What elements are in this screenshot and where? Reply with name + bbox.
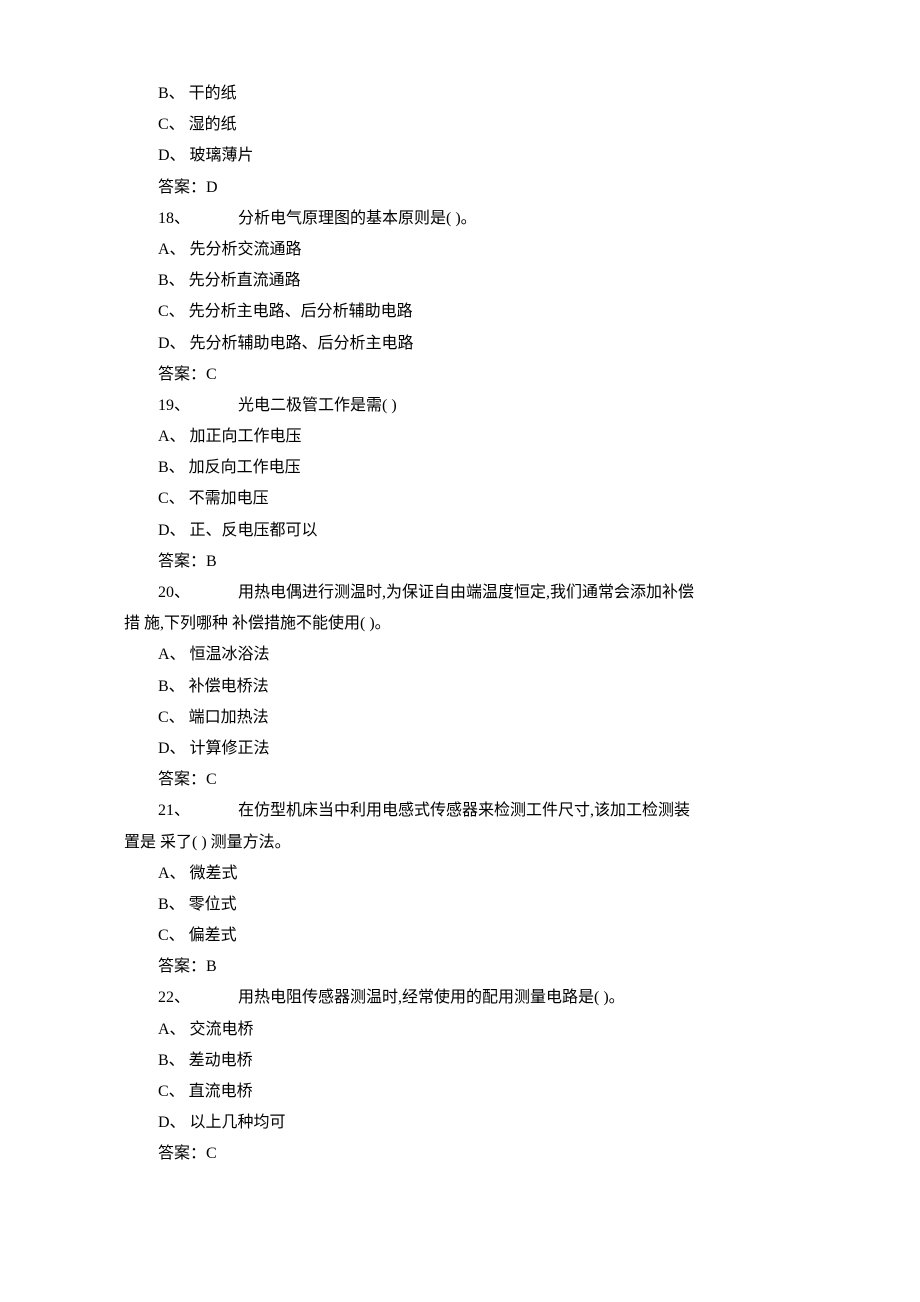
text-line: 答案：B [124,546,796,577]
question-number: 22、 [158,989,190,1006]
text-line: C、 偏差式 [124,920,796,951]
text-line: D、 正、反电压都可以 [124,515,796,546]
text-line: 19、 光电二极管工作是需( ) [124,390,796,421]
question-stem: 光电二极管工作是需( ) [238,397,397,414]
text-line: B、 零位式 [124,889,796,920]
text-line: 答案：C [124,764,796,795]
text-line: 21、 在仿型机床当中利用电感式传感器来检测工件尺寸,该加工检测装 [124,795,796,826]
text-line: 18、 分析电气原理图的基本原则是( )。 [124,203,796,234]
text-line: 置是 采了( ) 测量方法。 [124,827,796,858]
text-line: C、 湿的纸 [124,109,796,140]
question-stem: 用热电阻传感器测温时,经常使用的配用测量电路是( )。 [238,989,625,1006]
question-stem: 用热电偶进行测温时,为保证自由端温度恒定,我们通常会添加补偿 [238,584,694,601]
text-line: A、 加正向工作电压 [124,421,796,452]
text-line: 答案：B [124,951,796,982]
question-number: 18、 [158,210,190,227]
text-line: 答案：C [124,359,796,390]
text-line: A、 交流电桥 [124,1014,796,1045]
text-line: B、 先分析直流通路 [124,265,796,296]
question-number: 20、 [158,584,190,601]
text-line: 措 施,下列哪种 补偿措施不能使用( )。 [124,608,796,639]
text-line: A、 先分析交流通路 [124,234,796,265]
text-line: 答案：D [124,172,796,203]
question-stem: 分析电气原理图的基本原则是( )。 [238,210,477,227]
question-stem: 在仿型机床当中利用电感式传感器来检测工件尺寸,该加工检测装 [238,802,690,819]
question-number: 21、 [158,802,190,819]
text-line: B、 加反向工作电压 [124,452,796,483]
text-line: B、 补偿电桥法 [124,671,796,702]
text-line: D、 计算修正法 [124,733,796,764]
text-line: D、 以上几种均可 [124,1107,796,1138]
text-line: 20、 用热电偶进行测温时,为保证自由端温度恒定,我们通常会添加补偿 [124,577,796,608]
document-body: B、 干的纸C、 湿的纸D、 玻璃薄片答案：D 18、 分析电气原理图的基本原则是(… [124,78,796,1170]
text-line: C、 直流电桥 [124,1076,796,1107]
text-line: A、 微差式 [124,858,796,889]
text-line: 答案：C [124,1138,796,1169]
text-line: C、 不需加电压 [124,483,796,514]
question-number: 19、 [158,397,190,414]
text-line: C、 端口加热法 [124,702,796,733]
text-line: A、 恒温冰浴法 [124,639,796,670]
text-line: D、 玻璃薄片 [124,140,796,171]
text-line: 22、 用热电阻传感器测温时,经常使用的配用测量电路是( )。 [124,982,796,1013]
text-line: C、 先分析主电路、后分析辅助电路 [124,296,796,327]
text-line: B、 干的纸 [124,78,796,109]
text-line: D、 先分析辅助电路、后分析主电路 [124,328,796,359]
text-line: B、 差动电桥 [124,1045,796,1076]
